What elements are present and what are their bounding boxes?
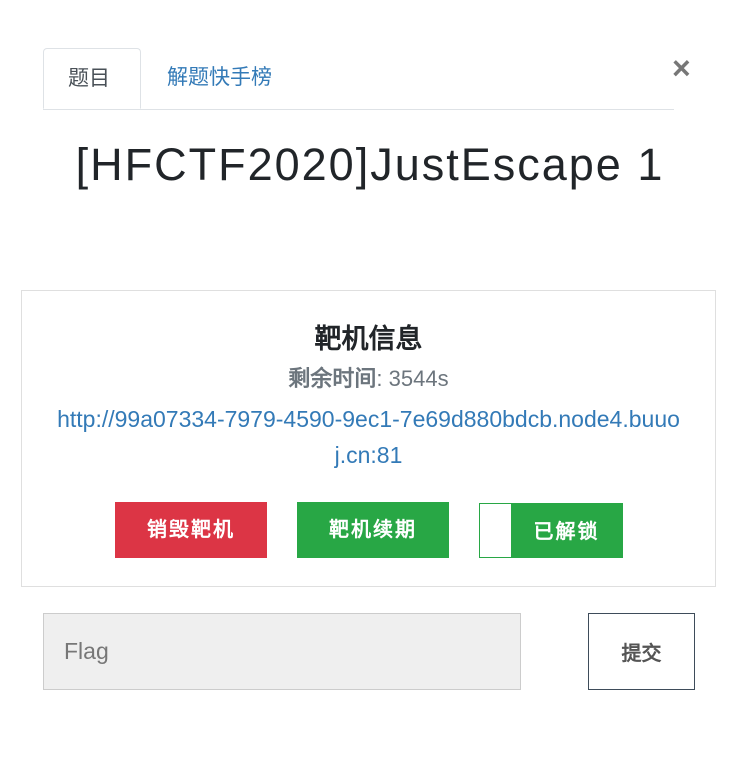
remaining-time: 剩余时间: 3544s: [22, 361, 715, 393]
renew-target-button[interactable]: 靶机续期: [297, 502, 449, 558]
flag-input[interactable]: [43, 613, 521, 690]
close-icon[interactable]: ×: [672, 50, 691, 87]
tab-challenge[interactable]: 题目: [43, 48, 141, 109]
time-value: : 3544s: [376, 366, 449, 391]
target-info-card: 靶机信息 剩余时间: 3544s http://99a07334-7979-45…: [21, 290, 716, 587]
tab-bar: 题目 解题快手榜: [43, 48, 674, 110]
time-label: 剩余时间: [288, 366, 377, 391]
destroy-target-button[interactable]: 销毁靶机: [115, 502, 267, 558]
tab-solves-leaderboard[interactable]: 解题快手榜: [143, 48, 296, 109]
unlock-label: 已解锁: [533, 521, 600, 543]
unlock-toggle[interactable]: 已解锁: [479, 503, 623, 558]
target-heading: 靶机信息: [314, 324, 423, 354]
target-url-link[interactable]: http://99a07334-7979-4590-9ec1-7e69d880b…: [52, 401, 685, 473]
challenge-title: [HFCTF2020]JustEscape 1: [75, 139, 665, 190]
toggle-knob: [480, 504, 511, 557]
submit-button[interactable]: 提交: [588, 613, 695, 690]
